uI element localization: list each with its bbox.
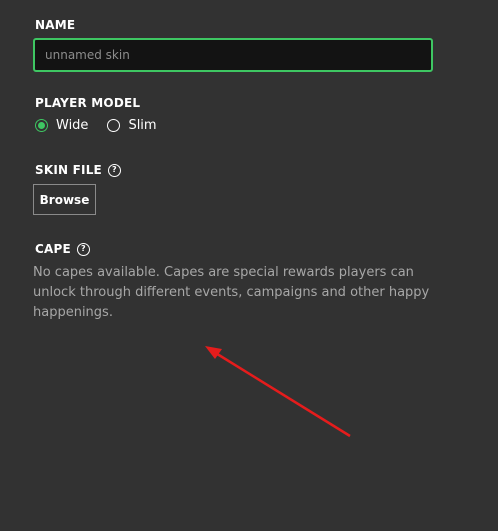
arrow-shaft	[213, 350, 351, 438]
arrow-head	[205, 346, 222, 359]
annotation-arrow-icon	[205, 346, 351, 438]
